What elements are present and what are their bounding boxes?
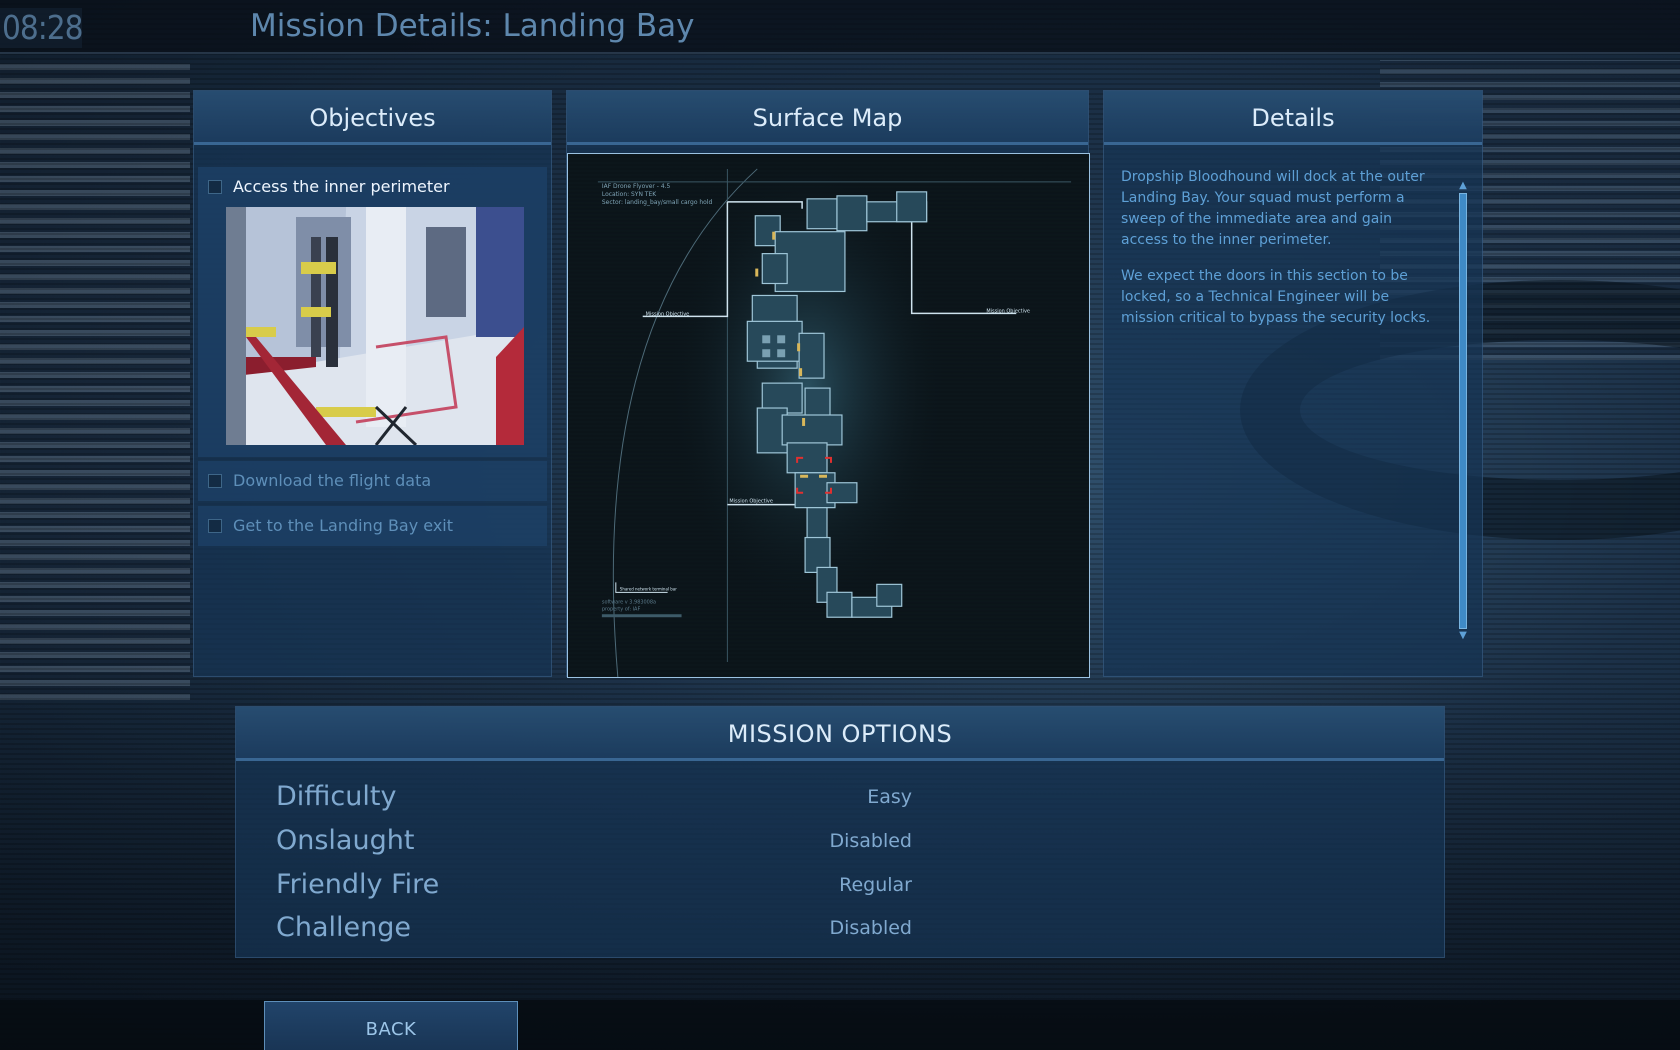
option-row-challenge[interactable]: Challenge Disabled bbox=[276, 908, 912, 948]
details-paragraph: Dropship Bloodhound will dock at the out… bbox=[1121, 169, 1425, 248]
map-label: Mission Objective bbox=[729, 499, 773, 505]
option-label: Friendly Fire bbox=[276, 869, 440, 900]
map-info-line: IAF Drone Flyover - 4.5 bbox=[602, 183, 671, 190]
scroll-up-arrow-icon[interactable]: ▲ bbox=[1456, 181, 1470, 191]
mission-options-panel: MISSION OPTIONS Difficulty Easy Onslaugh… bbox=[235, 706, 1445, 958]
objective-label: Get to the Landing Bay exit bbox=[233, 516, 454, 535]
mission-options-header: MISSION OPTIONS bbox=[236, 707, 1444, 761]
details-paragraph: We expect the doors in this section to b… bbox=[1121, 268, 1431, 326]
map-info-line: Location: SYN TEK bbox=[602, 191, 657, 198]
details-text: Dropship Bloodhound will dock at the out… bbox=[1121, 167, 1431, 344]
map-info-line: Sector: landing_bay/small cargo hold bbox=[602, 199, 713, 206]
page-title: Mission Details: Landing Bay bbox=[250, 8, 695, 44]
option-row-onslaught[interactable]: Onslaught Disabled bbox=[276, 821, 912, 861]
surface-map-header: Surface Map bbox=[567, 91, 1088, 145]
objective-checkbox[interactable] bbox=[208, 180, 222, 194]
option-label: Challenge bbox=[276, 912, 411, 943]
option-label: Difficulty bbox=[276, 781, 397, 812]
details-panel: Details Dropship Bloodhound will dock at… bbox=[1103, 90, 1483, 677]
objective-checkbox[interactable] bbox=[208, 474, 222, 488]
map-footer-line: software v 3.983008a bbox=[602, 599, 656, 605]
bottom-bar bbox=[0, 1000, 1680, 1050]
option-row-friendly-fire[interactable]: Friendly Fire Regular bbox=[276, 865, 912, 905]
countdown-timer: 08:28 bbox=[0, 8, 84, 48]
option-value[interactable]: Disabled bbox=[829, 908, 912, 948]
scroll-down-arrow-icon[interactable]: ▼ bbox=[1456, 631, 1470, 641]
option-row-difficulty[interactable]: Difficulty Easy bbox=[276, 777, 912, 817]
back-button[interactable]: BACK bbox=[264, 1001, 518, 1050]
objective-label: Download the flight data bbox=[233, 471, 432, 490]
map-label: Shared network terminal bar bbox=[620, 586, 677, 591]
map-label: Mission Objective bbox=[646, 311, 690, 317]
objective-preview-image bbox=[226, 207, 524, 445]
map-label: Mission Objective bbox=[986, 308, 1030, 314]
objective-item[interactable]: Download the flight data bbox=[198, 461, 547, 501]
map-footer-line: property of: IAF bbox=[602, 606, 641, 612]
top-bar: 08:28 Mission Details: Landing Bay bbox=[0, 0, 1680, 54]
option-value[interactable]: Regular bbox=[839, 865, 912, 905]
option-label: Onslaught bbox=[276, 825, 415, 856]
objective-checkbox[interactable] bbox=[208, 519, 222, 533]
details-scrollbar[interactable]: ▲ ▼ bbox=[1456, 181, 1470, 641]
surface-map-panel: Surface Map IAF Drone Flyover - 4.5 Loca… bbox=[566, 90, 1090, 678]
objective-item[interactable]: Access the inner perimeter bbox=[198, 167, 547, 457]
option-value[interactable]: Easy bbox=[867, 777, 912, 817]
scrollbar-thumb[interactable] bbox=[1459, 193, 1467, 629]
objective-item[interactable]: Get to the Landing Bay exit bbox=[198, 506, 547, 546]
objective-label: Access the inner perimeter bbox=[233, 177, 450, 196]
option-value[interactable]: Disabled bbox=[829, 821, 912, 861]
surface-map-graphic: IAF Drone Flyover - 4.5 Location: SYN TE… bbox=[568, 154, 1089, 677]
surface-map[interactable]: IAF Drone Flyover - 4.5 Location: SYN TE… bbox=[567, 153, 1090, 678]
objectives-panel: Objectives Access the inner perimeter Do… bbox=[193, 90, 552, 677]
objectives-header: Objectives bbox=[194, 91, 551, 145]
details-header: Details bbox=[1104, 91, 1482, 145]
